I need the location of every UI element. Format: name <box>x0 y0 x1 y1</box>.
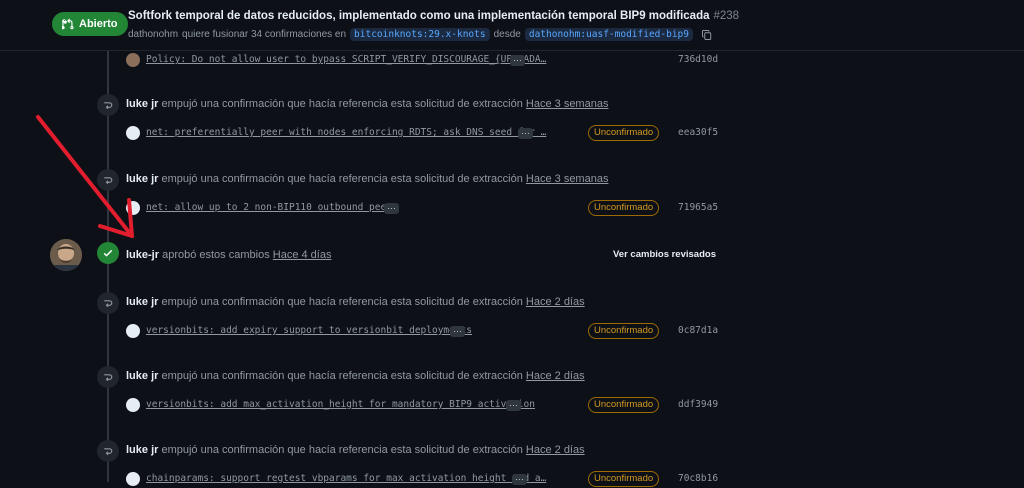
event-user[interactable]: luke jr <box>126 296 158 308</box>
review-text: luke-jr aprobó estos cambios Hace 4 días <box>126 249 332 261</box>
event-user[interactable]: luke jr <box>126 173 158 185</box>
commit-author-avatar[interactable] <box>126 126 140 140</box>
event-push-icon <box>97 94 119 116</box>
event-push-icon <box>97 292 119 314</box>
commit-sha[interactable]: 70c8b16 <box>678 473 718 484</box>
commit-row: net: preferentially peer with nodes enfo… <box>126 125 726 142</box>
commit-author-avatar[interactable] <box>126 53 140 67</box>
event-text: luke jr empujó una confirmación que hací… <box>126 370 585 382</box>
event-time[interactable]: Hace 2 días <box>526 296 585 308</box>
base-branch[interactable]: bitcoinknots:29.x-knots <box>350 28 490 41</box>
commit-sha[interactable]: 736d10d <box>678 54 718 65</box>
commit-expand-button[interactable]: … <box>506 399 521 411</box>
event-time[interactable]: Hace 3 semanas <box>526 173 609 185</box>
event-push-icon <box>97 169 119 191</box>
check-icon <box>103 249 113 257</box>
view-reviewed-changes-button[interactable]: Ver cambios revisados <box>613 249 716 260</box>
unverified-badge[interactable]: Unconfirmado <box>588 471 660 487</box>
review-approved-icon <box>97 242 119 264</box>
event-push-icon <box>97 366 119 388</box>
git-commit-icon <box>104 177 113 185</box>
reviewer-photo <box>50 239 82 271</box>
commit-sha[interactable]: 0c87d1a <box>678 325 718 336</box>
unverified-badge[interactable]: Unconfirmado <box>588 323 660 339</box>
reviewer-user[interactable]: luke-jr <box>126 249 159 261</box>
pr-number[interactable]: #238 <box>714 10 740 22</box>
pr-state-label: Abierto <box>79 18 118 30</box>
unverified-badge[interactable]: Unconfirmado <box>588 200 660 216</box>
copy-icon[interactable] <box>701 29 713 41</box>
commit-row: chainparams: support regtest vbparams fo… <box>126 471 726 488</box>
event-user[interactable]: luke jr <box>126 444 158 456</box>
git-commit-icon <box>104 102 113 110</box>
commit-message-link[interactable]: net: preferentially peer with nodes enfo… <box>146 127 546 138</box>
event-text: luke jr empujó una confirmación que hací… <box>126 296 585 308</box>
event-user[interactable]: luke jr <box>126 98 158 110</box>
review-time[interactable]: Hace 4 días <box>273 249 332 261</box>
commit-expand-button[interactable]: … <box>384 202 399 214</box>
commit-row: versionbits: add expiry support to versi… <box>126 323 726 340</box>
event-push-icon <box>97 440 119 462</box>
commit-message-link[interactable]: versionbits: add expiry support to versi… <box>146 325 472 336</box>
pr-title: Softfork temporal de datos reducidos, im… <box>128 10 740 22</box>
commit-sha[interactable]: ddf3949 <box>678 399 718 410</box>
commit-author-avatar[interactable] <box>126 472 140 486</box>
commit-message-link[interactable]: chainparams: support regtest vbparams fo… <box>146 473 546 484</box>
commit-expand-button[interactable]: … <box>512 473 527 485</box>
event-text: luke jr empujó una confirmación que hací… <box>126 173 609 185</box>
commit-message-link[interactable]: versionbits: add max_activation_height f… <box>146 399 535 410</box>
commit-sha[interactable]: 71965a5 <box>678 202 718 213</box>
commit-author-avatar[interactable] <box>126 324 140 338</box>
event-time[interactable]: Hace 2 días <box>526 444 585 456</box>
event-text: luke jr empujó una confirmación que hací… <box>126 98 609 110</box>
pr-state-badge: Abierto <box>52 12 128 36</box>
pull-request-icon <box>62 18 74 30</box>
commit-row: versionbits: add max_activation_height f… <box>126 397 726 414</box>
commit-message-link[interactable]: Policy: Do not allow user to bypass SCRI… <box>146 54 546 65</box>
commit-author-avatar[interactable] <box>126 398 140 412</box>
reviewer-avatar[interactable] <box>50 239 82 271</box>
event-time[interactable]: Hace 2 días <box>526 370 585 382</box>
unverified-badge[interactable]: Unconfirmado <box>588 397 660 413</box>
git-commit-icon <box>104 374 113 382</box>
commit-expand-button[interactable]: … <box>510 54 525 66</box>
head-branch[interactable]: dathonohm:uasf-modified-bip9 <box>524 28 693 41</box>
commit-row: Policy: Do not allow user to bypass SCRI… <box>126 53 726 69</box>
pr-meta: dathonohm quiere fusionar 34 confirmacio… <box>128 28 713 41</box>
git-commit-icon <box>104 448 113 456</box>
commit-author-avatar[interactable] <box>126 201 140 215</box>
commit-sha[interactable]: eea30f5 <box>678 127 718 138</box>
commit-expand-button[interactable]: … <box>450 325 465 337</box>
unverified-badge[interactable]: Unconfirmado <box>588 125 660 141</box>
commit-row: net: allow up to 2 non-BIP110 outbound p… <box>126 200 726 217</box>
event-user[interactable]: luke jr <box>126 370 158 382</box>
pr-merge-text: quiere fusionar 34 confirmaciones en <box>182 29 347 40</box>
git-commit-icon <box>104 300 113 308</box>
pr-author-link[interactable]: dathonohm <box>128 29 178 40</box>
pr-header: Abierto Softfork temporal de datos reduc… <box>0 0 1024 51</box>
commit-message-link[interactable]: net: allow up to 2 non-BIP110 outbound p… <box>146 202 398 213</box>
pr-from-text: desde <box>493 29 521 40</box>
event-time[interactable]: Hace 3 semanas <box>526 98 609 110</box>
event-text: luke jr empujó una confirmación que hací… <box>126 444 585 456</box>
commit-expand-button[interactable]: … <box>518 127 533 139</box>
